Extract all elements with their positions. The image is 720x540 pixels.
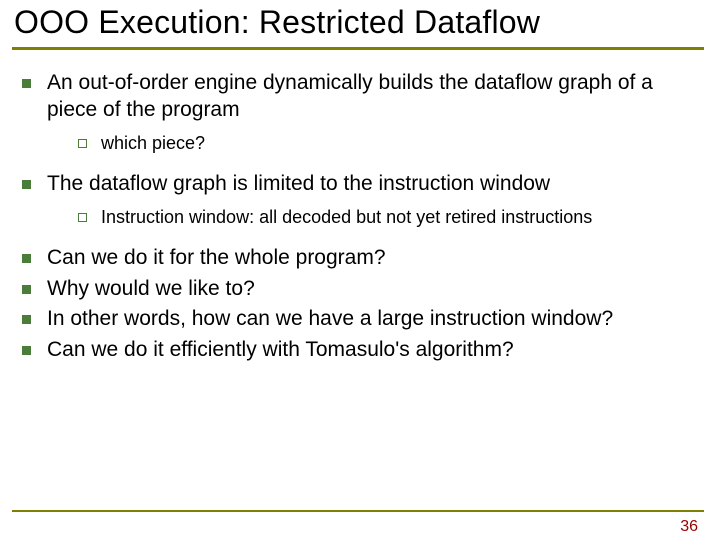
bullet-text: Can we do it efficiently with Tomasulo's…: [47, 337, 706, 364]
title-underline: [12, 47, 704, 50]
bullet-level1: Why would we like to?: [14, 276, 706, 303]
bullet-text: Why would we like to?: [47, 276, 706, 303]
bullet-level1: In other words, how can we have a large …: [14, 306, 706, 333]
square-bullet-icon: [22, 285, 31, 294]
content-area: An out-of-order engine dynamically build…: [14, 70, 706, 364]
square-bullet-icon: [22, 180, 31, 189]
footer-rule: [12, 510, 704, 512]
bullet-text: Can we do it for the whole program?: [47, 245, 706, 272]
bullet-text: which piece?: [101, 132, 706, 155]
bullet-level1: An out-of-order engine dynamically build…: [14, 70, 706, 124]
square-bullet-icon: [22, 254, 31, 263]
square-bullet-icon: [22, 315, 31, 324]
bullet-level2: which piece?: [78, 132, 706, 155]
bullet-text: In other words, how can we have a large …: [47, 306, 706, 333]
hollow-square-icon: [78, 139, 87, 148]
slide: OOO Execution: Restricted Dataflow An ou…: [0, 4, 720, 540]
square-bullet-icon: [22, 79, 31, 88]
bullet-level1: Can we do it for the whole program?: [14, 245, 706, 272]
hollow-square-icon: [78, 213, 87, 222]
bullet-text: The dataflow graph is limited to the ins…: [47, 171, 706, 198]
page-number: 36: [680, 518, 698, 536]
bullet-level1: The dataflow graph is limited to the ins…: [14, 171, 706, 198]
bullet-level1: Can we do it efficiently with Tomasulo's…: [14, 337, 706, 364]
bullet-level2: Instruction window: all decoded but not …: [78, 206, 706, 229]
square-bullet-icon: [22, 346, 31, 355]
slide-title: OOO Execution: Restricted Dataflow: [14, 4, 720, 41]
bullet-text: Instruction window: all decoded but not …: [101, 206, 706, 229]
bullet-text: An out-of-order engine dynamically build…: [47, 70, 706, 124]
